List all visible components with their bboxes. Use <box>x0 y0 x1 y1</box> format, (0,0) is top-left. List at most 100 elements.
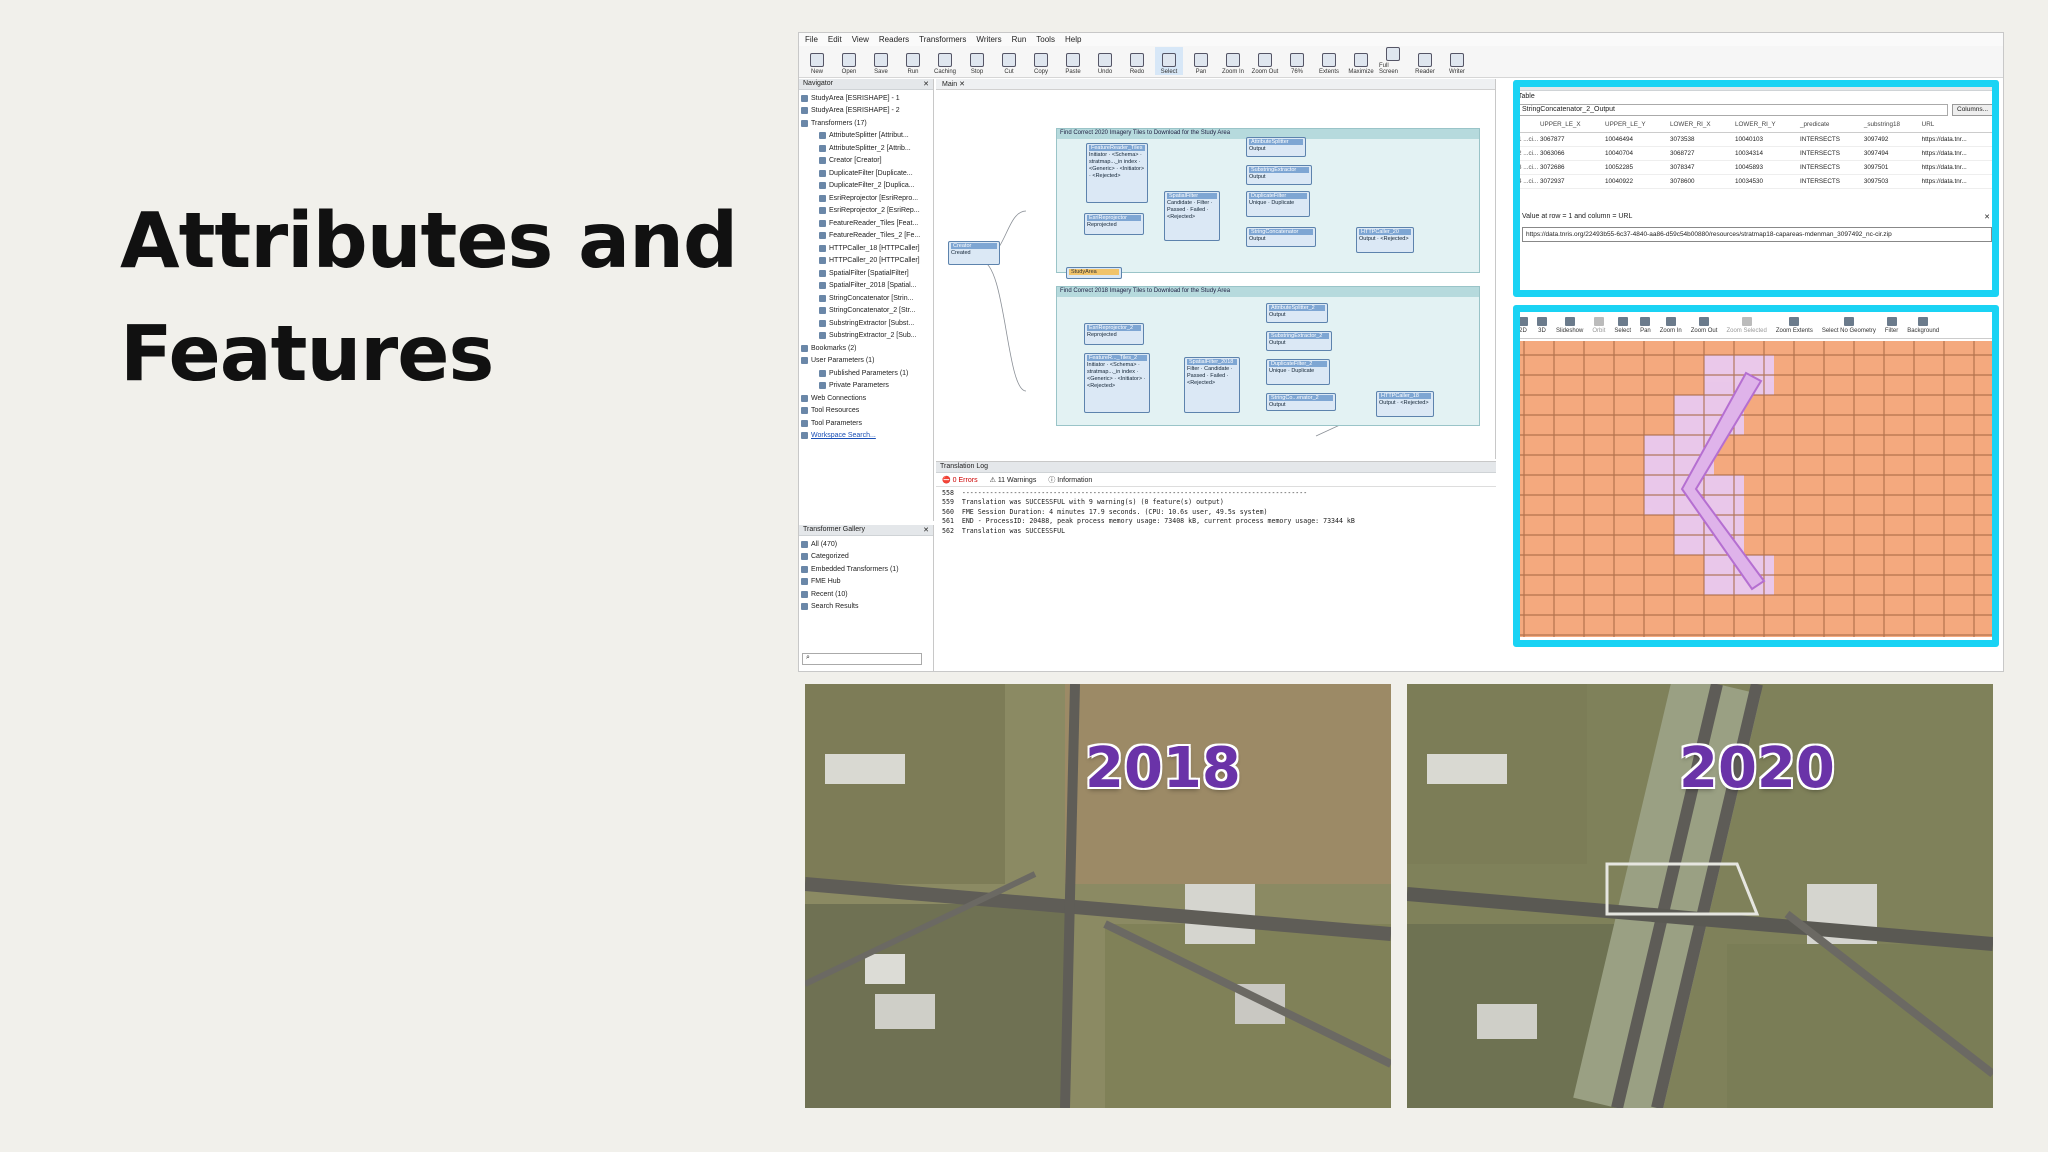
toolbar-zoom-out-button[interactable]: Zoom Out <box>1251 47 1279 75</box>
transformer-featurer-tiles-2[interactable]: FeatureR..._Tiles_2 Initiator · <Schema> … <box>1084 353 1150 413</box>
gallery-item[interactable]: FME Hub <box>801 576 931 589</box>
navigator-item[interactable]: HTTPCaller_20 [HTTPCaller] <box>801 255 931 268</box>
navigator-item[interactable]: SpatialFilter [SpatialFilter] <box>801 267 931 280</box>
menu-help[interactable]: Help <box>1065 35 1081 44</box>
navigator-item[interactable]: AttributeSplitter [Attribut... <box>801 130 931 143</box>
toolbar-new-button[interactable]: New <box>803 47 831 75</box>
navigator-item[interactable]: User Parameters (1) <box>801 355 931 368</box>
transformer-duplicatefilter-2[interactable]: DuplicateFilter_2 Unique · Duplicate <box>1266 359 1330 385</box>
transformer-attributesplitter-2[interactable]: AttributeSplitter_2 Output <box>1266 303 1328 323</box>
navigator-item[interactable]: StudyArea [ESRISHAPE] - 2 <box>801 105 931 118</box>
transformer-studyarea[interactable]: StudyArea <box>1066 267 1122 279</box>
transformer-attributesplitter[interactable]: AttributeSplitter Output <box>1246 137 1306 157</box>
toolbar-reader-button[interactable]: Reader <box>1411 47 1439 75</box>
transformer-stringco-enator-2[interactable]: StringCo...enator_2 Output <box>1266 393 1336 411</box>
gallery-item[interactable]: Recent (10) <box>801 588 931 601</box>
transformer-httpcaller-20[interactable]: HTTPCaller_20 Output · <Rejected> <box>1356 227 1414 253</box>
log-warnings-filter[interactable]: ⚠ 11 Warnings <box>990 476 1037 484</box>
menu-edit[interactable]: Edit <box>828 35 842 44</box>
navigator-item[interactable]: EsriReprojector_2 [EsriRep... <box>801 205 931 218</box>
navigator-item[interactable]: SpatialFilter_2018 [Spatial... <box>801 280 931 293</box>
navigator-item[interactable]: Tool Resources <box>801 405 931 418</box>
toolbar-copy-button[interactable]: Copy <box>1027 47 1055 75</box>
log-information-filter[interactable]: ⓘ Information <box>1048 475 1092 485</box>
menu-transformers[interactable]: Transformers <box>919 35 966 44</box>
tab-main[interactable]: Main <box>942 81 957 88</box>
toolbar-caching-button[interactable]: Caching <box>931 47 959 75</box>
navigator-item[interactable]: Bookmarks (2) <box>801 342 931 355</box>
navigator-item-label: SpatialFilter_2018 [Spatial... <box>829 282 917 290</box>
navigator-item[interactable]: DuplicateFilter_2 [Duplica... <box>801 180 931 193</box>
navigator-item[interactable]: Private Parameters <box>801 380 931 393</box>
workspace-canvas[interactable]: Main ✕ Find Correct 2020 Imagery Tiles t… <box>936 79 1496 459</box>
gallery-item[interactable]: All (470) <box>801 538 931 551</box>
toolbar-open-button[interactable]: Open <box>835 47 863 75</box>
navigator-item[interactable]: StringConcatenator [Strin... <box>801 292 931 305</box>
navigator-item[interactable]: Web Connections <box>801 392 931 405</box>
navigator-item[interactable]: AttributeSplitter_2 [Attrib... <box>801 142 931 155</box>
transformer-esrireprojector[interactable]: EsriReprojector Reprojected <box>1084 213 1144 235</box>
gallery-item[interactable]: Embedded Transformers (1) <box>801 563 931 576</box>
navigator-item[interactable]: Transformers (17) <box>801 117 931 130</box>
navigator-panel: Navigator ✕ StudyArea [ESRISHAPE] - 1 Stud… <box>799 79 934 521</box>
toolbar-extents-button[interactable]: Extents <box>1315 47 1343 75</box>
toolbar-cut-button[interactable]: Cut <box>995 47 1023 75</box>
menu-readers[interactable]: Readers <box>879 35 909 44</box>
toolbar-zoom-in-button[interactable]: Zoom In <box>1219 47 1247 75</box>
menu-file[interactable]: File <box>805 35 818 44</box>
tree-node-icon <box>801 344 808 352</box>
menu-tools[interactable]: Tools <box>1036 35 1055 44</box>
toolbar-run-button[interactable]: Run <box>899 47 927 75</box>
gallery-search-input[interactable]: ⌕ <box>802 653 922 665</box>
close-icon[interactable]: ✕ <box>923 80 929 88</box>
zoom-in-icon <box>1226 53 1240 67</box>
navigator-item[interactable]: SubstringExtractor [Subst... <box>801 317 931 330</box>
navigator-item[interactable]: EsriReprojector [EsriRepro... <box>801 192 931 205</box>
navigator-item[interactable]: Published Parameters (1) <box>801 367 931 380</box>
transformer-substringextractor[interactable]: SubstringExtractor Output <box>1246 165 1312 185</box>
log-errors-filter[interactable]: ⛔ 0 Errors <box>942 476 978 484</box>
transformer-spatialfilter-2018[interactable]: SpatialFilter_2018 Filter · Candidate · P… <box>1184 357 1240 413</box>
highlight-visual-preview <box>1513 80 1999 297</box>
transformer-substringextractor-2[interactable]: SubstringExtractor_2 Output <box>1266 331 1332 351</box>
close-icon[interactable]: ✕ <box>923 526 929 534</box>
toolbar-stop-button[interactable]: Stop <box>963 47 991 75</box>
navigator-item[interactable]: FeatureReader_Tiles_2 [Fe... <box>801 230 931 243</box>
tree-node-icon <box>819 269 826 277</box>
gallery-item[interactable]: Categorized <box>801 551 931 564</box>
navigator-item[interactable]: HTTPCaller_18 [HTTPCaller] <box>801 242 931 255</box>
toolbar-pan-button[interactable]: Pan <box>1187 47 1215 75</box>
select-icon <box>1162 53 1176 67</box>
gallery-item[interactable]: Search Results <box>801 601 931 614</box>
transformer-stringconcatenator[interactable]: StringConcatenator Output <box>1246 227 1316 247</box>
menu-run[interactable]: Run <box>1012 35 1027 44</box>
toolbar-save-button[interactable]: Save <box>867 47 895 75</box>
tree-node-icon <box>801 432 808 440</box>
toolbar-redo-button[interactable]: Redo <box>1123 47 1151 75</box>
transformer-httpcaller-18[interactable]: HTTPCaller_18 Output · <Rejected> <box>1376 391 1434 417</box>
navigator-item[interactable]: FeatureReader_Tiles [Feat... <box>801 217 931 230</box>
toolbar-76-button[interactable]: 76% <box>1283 47 1311 75</box>
navigator-item[interactable]: Workspace Search... <box>801 430 931 443</box>
transformer-duplicatefilter[interactable]: DuplicateFilter Unique · Duplicate <box>1246 191 1310 217</box>
transformer-esrireprojector-2[interactable]: EsriReprojector_2 Reprojected <box>1084 323 1144 345</box>
close-icon[interactable]: ✕ <box>959 81 965 88</box>
navigator-item[interactable]: Tool Parameters <box>801 417 931 430</box>
transformer-spatialfilter[interactable]: SpatialFilter Candidate · Filter · Passed… <box>1164 191 1220 241</box>
menu-view[interactable]: View <box>852 35 869 44</box>
navigator-item[interactable]: StudyArea [ESRISHAPE] - 1 <box>801 92 931 105</box>
navigator-item[interactable]: Creator [Creator] <box>801 155 931 168</box>
transformer-creator[interactable]: Creator Created <box>948 241 1000 265</box>
toolbar-full-screen-button[interactable]: Full Screen <box>1379 47 1407 75</box>
navigator-item[interactable]: SubstringExtractor_2 [Sub... <box>801 330 931 343</box>
toolbar-select-button[interactable]: Select <box>1155 47 1183 75</box>
transformer-featurereader-tiles[interactable]: FeatureReader_Tiles Initiator · <Schema> … <box>1086 143 1148 203</box>
toolbar-maximize-button[interactable]: Maximize <box>1347 47 1375 75</box>
toolbar-writer-button[interactable]: Writer <box>1443 47 1471 75</box>
toolbar-paste-button[interactable]: Paste <box>1059 47 1087 75</box>
navigator-item[interactable]: StringConcatenator_2 [Str... <box>801 305 931 318</box>
menu-writers[interactable]: Writers <box>976 35 1001 44</box>
toolbar-undo-button[interactable]: Undo <box>1091 47 1119 75</box>
navigator-item-label: HTTPCaller_20 [HTTPCaller] <box>829 257 920 265</box>
navigator-item[interactable]: DuplicateFilter [Duplicate... <box>801 167 931 180</box>
